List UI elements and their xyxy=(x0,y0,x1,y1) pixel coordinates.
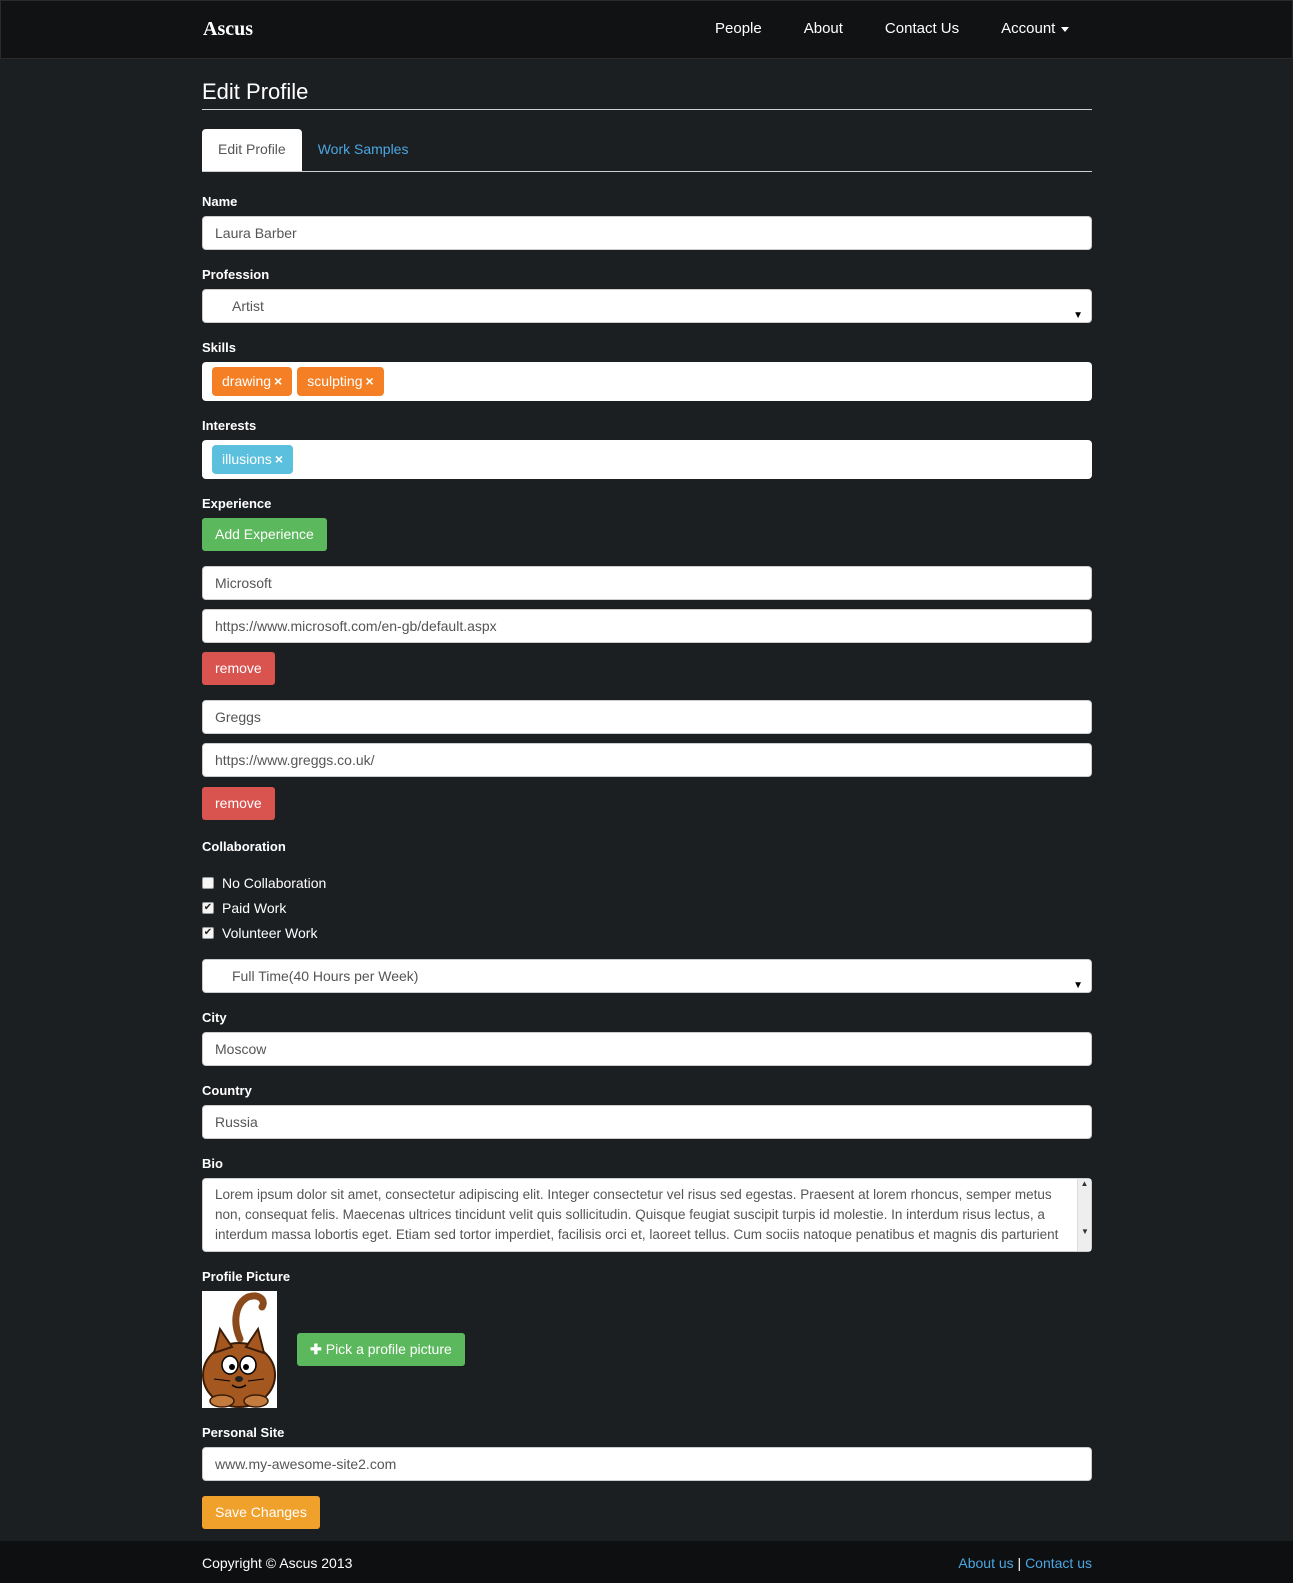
checkbox-checked[interactable]: ✔ xyxy=(202,926,214,939)
bio-label: Bio xyxy=(202,1156,223,1171)
experience-label: Experience xyxy=(202,496,272,511)
checkbox-label: No Collaboration xyxy=(222,874,327,891)
skill-tag: sculpting × xyxy=(297,367,384,396)
profession-select[interactable]: Artist ▼ xyxy=(202,289,1092,323)
bio-scrollbar[interactable]: ▲ ▼ xyxy=(1077,1179,1091,1251)
dropdown-arrow-icon: ▼ xyxy=(1073,980,1083,991)
navbar: Ascus People About Contact Us Account xyxy=(0,0,1293,59)
checkbox-paid-work[interactable]: ✔ Paid Work xyxy=(202,895,1092,920)
interests-tag-input[interactable]: illusions × xyxy=(202,440,1092,479)
checkbox-volunteer-work[interactable]: ✔ Volunteer Work xyxy=(202,920,1092,945)
remove-tag-icon[interactable]: × xyxy=(274,373,282,389)
plus-icon: ✚ xyxy=(310,1341,322,1357)
availability-value: Full Time(40 Hours per Week) xyxy=(232,968,419,984)
country-label: Country xyxy=(202,1083,252,1098)
experience-company-input[interactable]: Microsoft xyxy=(202,566,1092,600)
experience-url-input[interactable]: https://www.microsoft.com/en-gb/default.… xyxy=(202,609,1092,643)
tab-bar: Edit Profile Work Samples xyxy=(202,129,1092,172)
checkbox-no-collaboration[interactable]: No Collaboration xyxy=(202,870,1092,895)
availability-select[interactable]: Full Time(40 Hours per Week) ▼ xyxy=(202,959,1092,993)
scroll-up-icon[interactable]: ▲ xyxy=(1078,1179,1091,1191)
footer: Copyright © Ascus 2013 About us | Contac… xyxy=(0,1541,1293,1583)
dropdown-arrow-icon: ▼ xyxy=(1073,310,1083,321)
caret-down-icon xyxy=(1061,26,1070,32)
remove-experience-button[interactable]: remove xyxy=(202,652,275,685)
profession-value: Artist xyxy=(232,298,264,314)
skills-tag-input[interactable]: drawing × sculpting × xyxy=(202,362,1092,401)
skill-tag-label: drawing xyxy=(222,373,272,389)
profile-picture-avatar xyxy=(202,1291,277,1408)
personal-site-input[interactable]: www.my-awesome-site2.com xyxy=(202,1447,1092,1481)
bio-textarea[interactable]: Lorem ipsum dolor sit amet, consectetur … xyxy=(202,1178,1092,1252)
checkbox-label: Volunteer Work xyxy=(222,924,318,941)
remove-tag-icon[interactable]: × xyxy=(275,451,283,467)
footer-links: About us | Contact us xyxy=(958,1555,1092,1571)
name-label: Name xyxy=(202,194,238,209)
brand-logo[interactable]: Ascus xyxy=(203,18,253,41)
nav-links: People About Contact Us Account xyxy=(715,20,1111,37)
profile-picture-label: Profile Picture xyxy=(202,1269,291,1284)
tab-edit-profile[interactable]: Edit Profile xyxy=(202,129,302,171)
add-experience-button[interactable]: Add Experience xyxy=(202,518,327,551)
footer-contact-link[interactable]: Contact us xyxy=(1025,1555,1092,1571)
collaboration-label: Collaboration xyxy=(202,839,286,854)
checkbox-checked[interactable]: ✔ xyxy=(202,901,214,914)
footer-copyright: Copyright © Ascus 2013 xyxy=(202,1555,353,1571)
country-input[interactable]: Russia xyxy=(202,1105,1092,1139)
remove-experience-button[interactable]: remove xyxy=(202,787,275,820)
bio-wrapper: Lorem ipsum dolor sit amet, consectetur … xyxy=(202,1178,1092,1252)
skill-tag: drawing × xyxy=(212,367,293,396)
nav-about[interactable]: About xyxy=(804,20,843,37)
main-container: Edit Profile Edit Profile Work Samples N… xyxy=(202,59,1092,1529)
name-input[interactable]: Laura Barber xyxy=(202,216,1092,250)
cat-avatar-icon xyxy=(202,1292,276,1408)
personal-site-label: Personal Site xyxy=(202,1425,285,1440)
skills-label: Skills xyxy=(202,340,236,355)
nav-people[interactable]: People xyxy=(715,20,762,37)
interests-label: Interests xyxy=(202,418,257,433)
profession-label: Profession xyxy=(202,267,270,282)
city-label: City xyxy=(202,1010,227,1025)
footer-separator: | xyxy=(1017,1555,1022,1571)
nav-account-dropdown[interactable]: Account xyxy=(1001,20,1070,37)
checkbox-label: Paid Work xyxy=(222,899,287,916)
pick-picture-label: Pick a profile picture xyxy=(325,1341,452,1357)
save-changes-button[interactable]: Save Changes xyxy=(202,1496,320,1529)
experience-company-input[interactable]: Greggs xyxy=(202,700,1092,734)
experience-url-input[interactable]: https://www.greggs.co.uk/ xyxy=(202,743,1092,777)
interest-tag: illusions × xyxy=(212,445,293,474)
footer-about-link[interactable]: About us xyxy=(958,1555,1013,1571)
skill-tag-label: sculpting xyxy=(307,373,363,389)
page-title: Edit Profile xyxy=(202,59,1092,110)
pick-profile-picture-button[interactable]: ✚ Pick a profile picture xyxy=(297,1333,465,1366)
checkbox-unchecked[interactable] xyxy=(202,876,214,889)
tab-work-samples[interactable]: Work Samples xyxy=(302,129,425,171)
scroll-down-icon[interactable]: ▼ xyxy=(1078,1227,1092,1239)
nav-account-label: Account xyxy=(1001,20,1056,37)
interest-tag-label: illusions xyxy=(222,451,272,467)
nav-contact[interactable]: Contact Us xyxy=(885,20,959,37)
remove-tag-icon[interactable]: × xyxy=(365,373,373,389)
city-input[interactable]: Moscow xyxy=(202,1032,1092,1066)
